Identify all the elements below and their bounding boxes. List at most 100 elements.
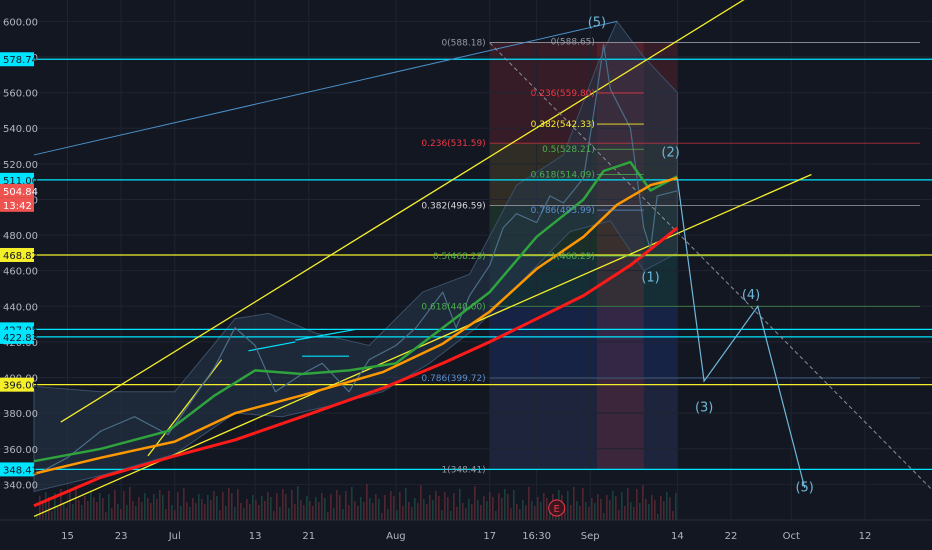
volume-bar bbox=[273, 511, 275, 520]
volume-bar bbox=[327, 512, 329, 520]
earnings-marker[interactable]: E bbox=[548, 499, 566, 517]
volume-bar bbox=[399, 492, 401, 520]
volume-bar bbox=[240, 503, 242, 520]
wave-label: (1) bbox=[641, 270, 659, 285]
volume-bar bbox=[318, 502, 320, 520]
volume-bar bbox=[624, 506, 626, 520]
volume-bar bbox=[300, 500, 302, 520]
volume-bar bbox=[165, 509, 167, 520]
volume-bar bbox=[585, 502, 587, 520]
volume-bar bbox=[306, 496, 308, 520]
volume-bar bbox=[666, 492, 668, 520]
volume-bar bbox=[474, 486, 476, 520]
volume-bar bbox=[609, 500, 611, 520]
volume-bar bbox=[591, 498, 593, 520]
volume-bar bbox=[465, 508, 467, 520]
y-tick-label: 440.00 bbox=[3, 302, 38, 313]
price-tag: 422.83 bbox=[3, 333, 38, 344]
volume-bar bbox=[510, 508, 512, 520]
volume-bar bbox=[486, 501, 488, 520]
volume-bars bbox=[36, 484, 677, 520]
volume-bar bbox=[138, 497, 140, 520]
volume-bar bbox=[384, 495, 386, 520]
volume-bar bbox=[438, 496, 440, 520]
volume-bar bbox=[216, 496, 218, 520]
volume-bar bbox=[108, 494, 110, 520]
y-tick-label: 460.00 bbox=[3, 267, 38, 278]
volume-bar bbox=[294, 504, 296, 520]
volume-bar bbox=[282, 489, 284, 520]
volume-bar bbox=[237, 489, 239, 520]
volume-bar bbox=[150, 503, 152, 520]
volume-bar bbox=[600, 499, 602, 520]
volume-bar bbox=[198, 494, 200, 520]
volume-bar bbox=[657, 514, 659, 520]
price-tag: 468.82 bbox=[3, 251, 38, 262]
volume-bar bbox=[471, 504, 473, 520]
volume-bar bbox=[189, 507, 191, 520]
volume-bar bbox=[639, 503, 641, 520]
volume-bar bbox=[120, 509, 122, 520]
volume-bar bbox=[405, 488, 407, 520]
volume-bar bbox=[348, 505, 350, 520]
volume-bar bbox=[483, 496, 485, 520]
x-tick-label: 14 bbox=[671, 531, 684, 542]
volume-bar bbox=[114, 490, 116, 520]
volume-bar bbox=[153, 494, 155, 520]
volume-bar bbox=[225, 506, 227, 520]
volume-bar bbox=[411, 507, 413, 520]
volume-bar bbox=[99, 493, 101, 520]
volume-bar bbox=[267, 492, 269, 520]
volume-bar bbox=[159, 490, 161, 520]
volume-bar bbox=[468, 499, 470, 520]
wave-label: (5) bbox=[588, 16, 606, 31]
volume-bar bbox=[354, 501, 356, 520]
volume-bar bbox=[462, 503, 464, 520]
fib-label: 0.618(514.09) bbox=[531, 170, 595, 180]
volume-bar bbox=[387, 509, 389, 520]
volume-bar bbox=[414, 498, 416, 520]
volume-bar bbox=[606, 495, 608, 520]
chart-canvas[interactable]: 0(588.18) 0.236(531.59) 0.382(496.59) 0.5(4… bbox=[0, 0, 932, 550]
volume-bar bbox=[579, 506, 581, 520]
volume-bar bbox=[315, 497, 317, 520]
volume-bar bbox=[492, 497, 494, 520]
volume-bar bbox=[516, 504, 518, 520]
volume-bar bbox=[642, 485, 644, 520]
wave-label: (3) bbox=[695, 400, 713, 415]
price-tag: 348.41 bbox=[3, 465, 38, 476]
volume-bar bbox=[588, 507, 590, 520]
volume-bar bbox=[621, 492, 623, 520]
volume-bar bbox=[390, 491, 392, 520]
volume-bar bbox=[540, 502, 542, 520]
y-tick-label: 340.00 bbox=[3, 480, 38, 491]
volume-bar bbox=[669, 497, 671, 520]
volume-bar bbox=[75, 486, 77, 520]
volume-bar bbox=[102, 498, 104, 520]
volume-bar bbox=[459, 489, 461, 520]
volume-bar bbox=[51, 511, 53, 520]
volume-bar bbox=[582, 488, 584, 520]
fib-label: 0.382(542.33) bbox=[531, 120, 595, 130]
volume-bar bbox=[264, 501, 266, 520]
volume-bar bbox=[444, 492, 446, 520]
volume-bar bbox=[255, 500, 257, 520]
volume-bar bbox=[426, 504, 428, 520]
volume-bar bbox=[168, 491, 170, 520]
volume-bar bbox=[222, 492, 224, 520]
volume-bar bbox=[402, 506, 404, 520]
x-tick-label: Oct bbox=[783, 531, 800, 542]
trendline[interactable] bbox=[33, 173, 812, 518]
volume-bar bbox=[78, 500, 80, 520]
x-tick-label: Sep bbox=[581, 531, 600, 542]
y-tick-label: 540.00 bbox=[3, 124, 38, 135]
volume-bar bbox=[195, 503, 197, 520]
volume-bar bbox=[276, 493, 278, 520]
volume-bar bbox=[381, 513, 383, 520]
volume-bar bbox=[171, 505, 173, 520]
volume-bar bbox=[372, 503, 374, 520]
volume-bar bbox=[636, 489, 638, 520]
volume-bar bbox=[570, 505, 572, 520]
volume-bar bbox=[135, 506, 137, 520]
volume-bar bbox=[81, 505, 83, 520]
